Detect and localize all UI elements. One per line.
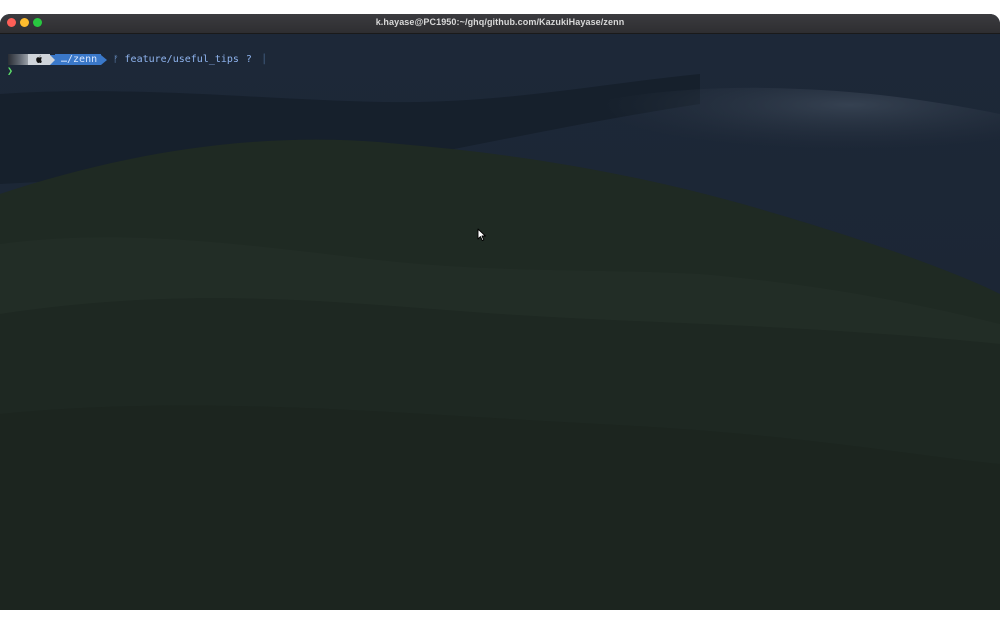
prompt-end-marker: ▕ xyxy=(258,54,265,65)
wallpaper-landscape xyxy=(0,34,1000,610)
git-status-indicator: ? xyxy=(245,54,252,65)
directory-segment: …/zenn xyxy=(55,54,102,65)
git-branch-icon: ᚠ xyxy=(113,54,119,65)
title-bar[interactable]: k.hayase@PC1950:~/ghq/github.com/KazukiH… xyxy=(0,14,1000,34)
apple-icon xyxy=(28,54,50,65)
prompt-start-segment xyxy=(8,54,28,65)
window-title: k.hayase@PC1950:~/ghq/github.com/KazukiH… xyxy=(375,17,625,27)
segment-separator xyxy=(101,54,108,65)
input-caret[interactable]: ❯ xyxy=(7,66,13,77)
terminal-content[interactable]: …/zenn ᚠ feature/useful_tips ? ▕ ❯ xyxy=(0,34,1000,610)
shell-prompt: …/zenn ᚠ feature/useful_tips ? ▕ xyxy=(8,53,264,66)
mouse-pointer-icon xyxy=(477,228,486,242)
screen-bottom-margin xyxy=(0,610,1000,625)
terminal-window: k.hayase@PC1950:~/ghq/github.com/KazukiH… xyxy=(0,14,1000,610)
git-branch-name: feature/useful_tips xyxy=(124,54,239,65)
apple-logo-glyph xyxy=(36,55,42,63)
